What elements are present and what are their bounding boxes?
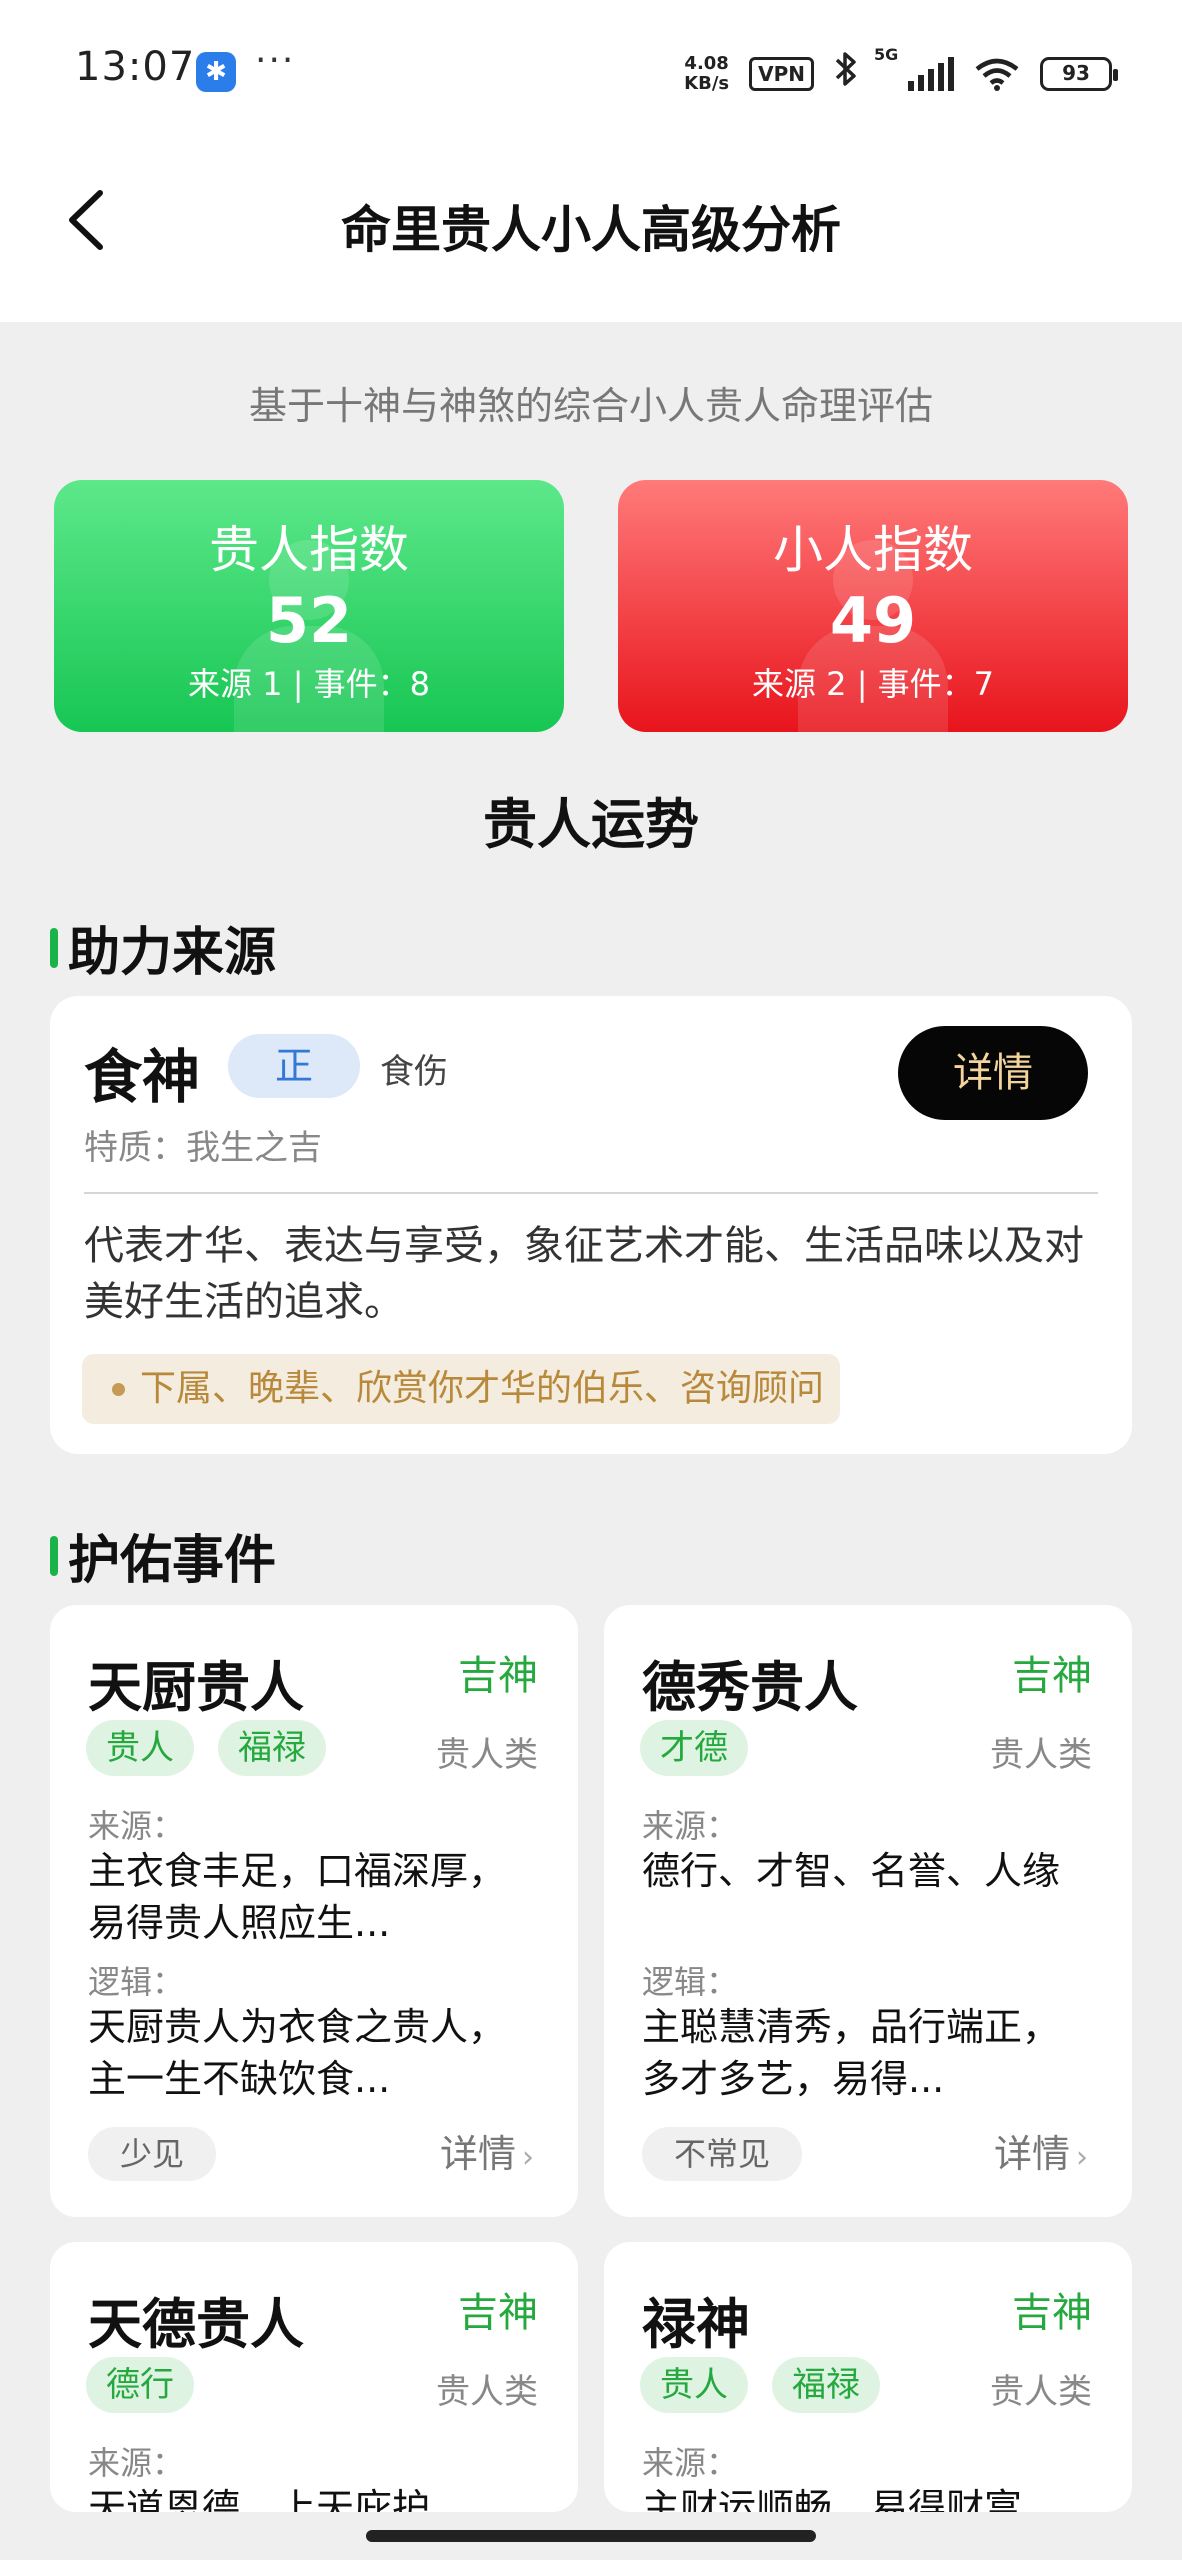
event-tag: 才德 xyxy=(640,1720,748,1776)
page-title: 命里贵人小人高级分析 xyxy=(341,201,841,259)
event-source-text: 德行、才智、名誉、人缘 xyxy=(642,1849,1061,1893)
more-notifications-icon: ··· xyxy=(255,40,296,81)
source-people-text: 下属、晚辈、欣赏你才华的伯乐、咨询顾问 xyxy=(140,1368,825,1409)
event-card[interactable]: 天厨贵人 吉神 贵人 福禄 贵人类 来源： 主衣食丰足，口福深厚，易得贵人照应生… xyxy=(50,1605,578,2217)
event-source-text: 主财运顺畅，易得财富 xyxy=(642,2486,1023,2512)
noble-index-title: 贵人指数 xyxy=(209,521,409,579)
event-badge: 吉神 xyxy=(1012,1653,1092,1699)
event-source-label: 来源： xyxy=(88,1807,185,1845)
event-tag: 贵人 xyxy=(640,2357,748,2413)
event-frequency: 不常见 xyxy=(642,2127,803,2181)
event-name: 德秀贵人 xyxy=(642,1656,858,1719)
event-category: 贵人类 xyxy=(436,2372,538,2412)
event-badge: 吉神 xyxy=(1012,2290,1092,2336)
source-description: 代表才华、表达与享受，象征艺术才能、生活品味以及对美好生活的追求。 xyxy=(84,1223,1084,1325)
event-card[interactable]: 德秀贵人 吉神 才德 贵人类 来源： 德行、才智、名誉、人缘 逻辑： 主聪慧清秀… xyxy=(604,1605,1132,2217)
event-source-label: 来源： xyxy=(88,2444,185,2482)
villain-index-value: 49 xyxy=(829,584,917,657)
event-tag: 福禄 xyxy=(772,2357,880,2413)
noble-index-meta: 来源 1 | 事件：8 xyxy=(187,665,431,703)
battery-icon: 93 xyxy=(1040,56,1118,91)
divider xyxy=(84,1192,1098,1194)
source-section-heading: 助力来源 xyxy=(50,910,276,985)
status-bar: 13:07 ✱ ··· 4.08 KB/s VPN 5G 93 xyxy=(0,0,1182,150)
wifi-icon xyxy=(974,57,1020,91)
events-section-heading: 护佑事件 xyxy=(50,1518,276,1593)
event-frequency: 少见 xyxy=(88,2127,217,2181)
bullet-dot-icon xyxy=(112,1383,125,1396)
heading-accent-bar xyxy=(50,1535,58,1576)
event-detail-link[interactable]: 详情 › xyxy=(440,2127,534,2185)
status-icons: 4.08 KB/s VPN 5G 93 xyxy=(684,45,1118,97)
event-name: 天厨贵人 xyxy=(88,1656,304,1719)
event-tag: 德行 xyxy=(86,2357,194,2413)
event-category: 贵人类 xyxy=(990,2372,1092,2412)
event-tags: 贵人 福禄 xyxy=(640,2357,880,2413)
source-tag: 正 xyxy=(228,1034,360,1098)
cellular-signal-icon: 5G xyxy=(874,45,954,91)
network-speed-value: 4.08 xyxy=(684,52,729,74)
villain-index-card[interactable]: 小人指数 49 来源 2 | 事件：7 xyxy=(618,480,1128,732)
source-name: 食神 xyxy=(84,1043,201,1111)
heading-accent-bar xyxy=(50,927,58,968)
event-detail-link[interactable]: 详情 › xyxy=(994,2127,1088,2185)
bluetooth-icon xyxy=(834,50,858,97)
event-tags: 贵人 福禄 xyxy=(86,1720,326,1776)
page-subtitle: 基于十神与神煞的综合小人贵人命理评估 xyxy=(248,384,933,428)
status-time: 13:07 xyxy=(75,44,196,90)
event-tag: 福禄 xyxy=(218,1720,326,1776)
source-section-title: 助力来源 xyxy=(68,923,277,983)
event-tag: 贵人 xyxy=(86,1720,194,1776)
fortune-title: 贵人运势 xyxy=(483,793,699,856)
source-people-chip: 下属、晚辈、欣赏你才华的伯乐、咨询顾问 xyxy=(82,1354,840,1424)
source-group: 食伤 xyxy=(380,1052,448,1092)
source-trait: 特质：我生之吉 xyxy=(84,1128,322,1168)
source-detail-button[interactable]: 详情 xyxy=(898,1026,1088,1120)
event-logic-label: 逻辑： xyxy=(642,1963,739,2001)
villain-index-meta: 来源 2 | 事件：7 xyxy=(751,665,995,703)
event-detail-label: 详情 xyxy=(993,2132,1070,2176)
event-source-label: 来源： xyxy=(642,1807,739,1845)
event-logic-label: 逻辑： xyxy=(88,1963,185,2001)
noble-index-value: 52 xyxy=(265,584,353,657)
chevron-right-icon: › xyxy=(522,2140,534,2175)
noble-index-card[interactable]: 贵人指数 52 来源 1 | 事件：8 xyxy=(54,480,564,732)
network-speed-unit: KB/s xyxy=(684,72,730,94)
event-source-text: 主衣食丰足，口福深厚，易得贵人照应生... xyxy=(88,1849,507,1945)
event-source-text: 天道恩德，上天庇护 xyxy=(88,2486,431,2512)
network-type: 5G xyxy=(874,44,899,64)
event-tags: 德行 xyxy=(86,2357,194,2413)
event-category: 贵人类 xyxy=(436,1735,538,1775)
event-source-label: 来源： xyxy=(642,2444,739,2482)
vpn-icon: VPN xyxy=(749,56,814,91)
villain-index-title: 小人指数 xyxy=(773,521,973,579)
source-card: 食神 正 食伤 详情 特质：我生之吉 代表才华、表达与享受，象征艺术才能、生活品… xyxy=(50,996,1132,1454)
home-indicator[interactable] xyxy=(366,2530,816,2542)
events-section-title: 护佑事件 xyxy=(68,1531,277,1591)
event-badge: 吉神 xyxy=(458,2290,538,2336)
app-notification-icon: ✱ xyxy=(196,52,236,92)
event-name: 天德贵人 xyxy=(88,2293,304,2356)
event-badge: 吉神 xyxy=(458,1653,538,1699)
page: 13:07 ✱ ··· 4.08 KB/s VPN 5G 93 命里贵人小人高级… xyxy=(0,0,1182,2560)
event-card[interactable]: 禄神 吉神 贵人 福禄 贵人类 来源： 主财运顺畅，易得财富 xyxy=(604,2242,1132,2512)
event-logic-text: 主聪慧清秀，品行端正，多才多艺，易得... xyxy=(642,2005,1061,2101)
event-logic-text: 天厨贵人为衣食之贵人，主一生不缺饮食... xyxy=(88,2005,507,2101)
chevron-right-icon: › xyxy=(1076,2140,1088,2175)
event-tags: 才德 xyxy=(640,1720,748,1776)
event-name: 禄神 xyxy=(642,2293,750,2356)
event-detail-label: 详情 xyxy=(439,2132,516,2176)
event-card[interactable]: 天德贵人 吉神 德行 贵人类 来源： 天道恩德，上天庇护 xyxy=(50,2242,578,2512)
network-speed: 4.08 KB/s xyxy=(684,52,730,94)
event-category: 贵人类 xyxy=(990,1735,1092,1775)
